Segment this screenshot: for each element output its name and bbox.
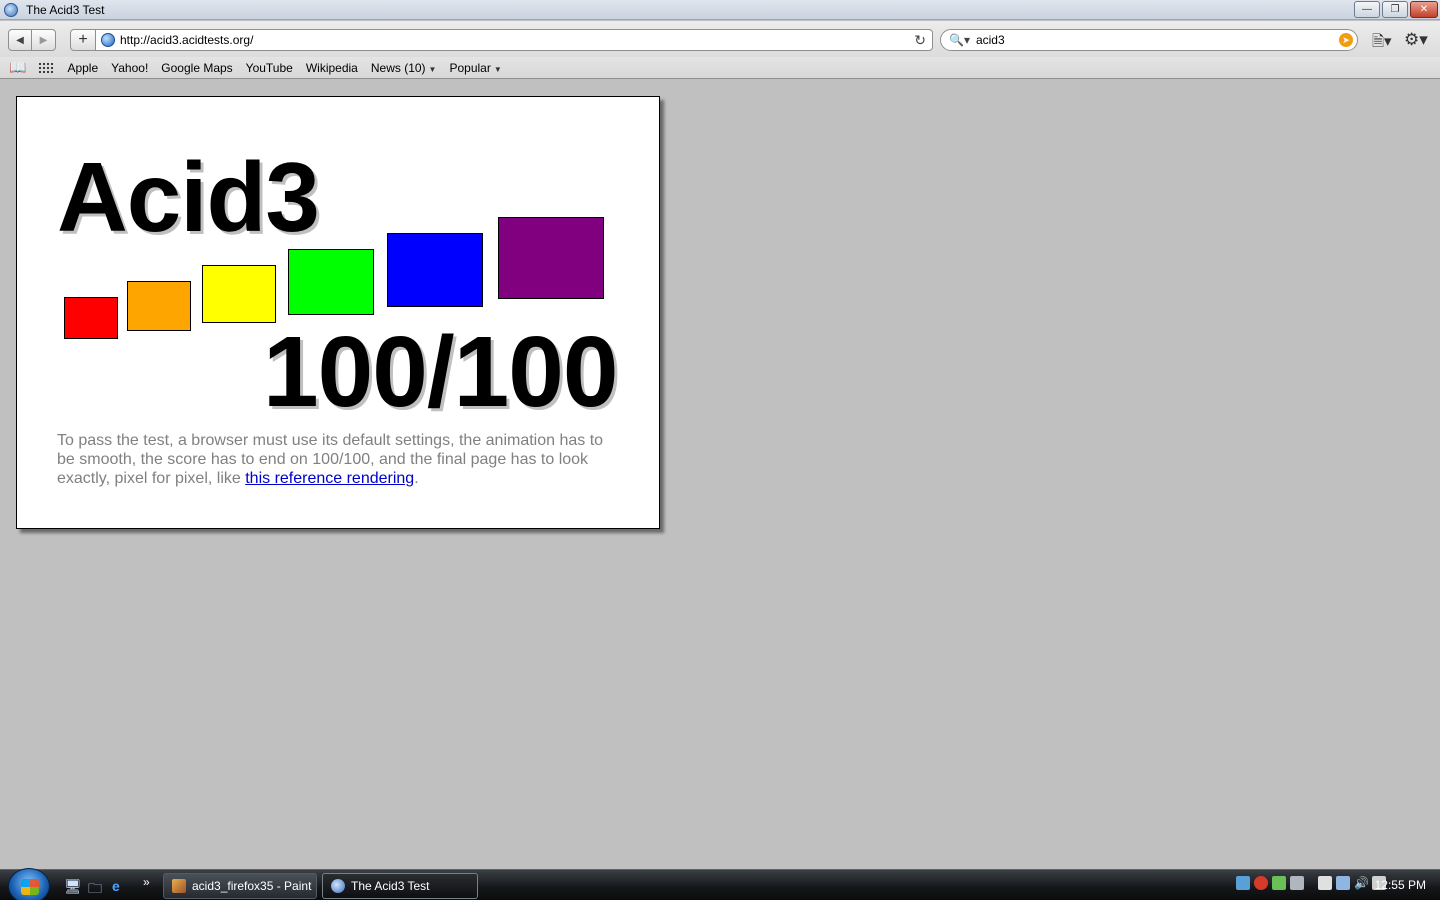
bookmark-popular-folder[interactable]: Popular ▼ — [449, 61, 501, 75]
bookmark-popular-label: Popular — [449, 60, 491, 75]
url-text[interactable]: http://acid3.acidtests.org/ — [120, 33, 253, 47]
bookmark-google-maps[interactable]: Google Maps — [161, 61, 232, 75]
paint-icon — [172, 879, 186, 893]
volume-icon[interactable]: 🔊 — [1354, 876, 1369, 890]
instructions-text: To pass the test, a browser must use its… — [57, 431, 623, 488]
reload-icon[interactable]: ↻ — [914, 32, 926, 49]
gear-icon[interactable]: ⚙▾ — [1404, 30, 1428, 50]
internet-explorer-icon[interactable]: e — [112, 878, 120, 894]
back-arrow-icon: ◀ — [16, 34, 24, 46]
show-desktop-icon[interactable]: 🖥 — [64, 878, 82, 895]
task-acid3-label: The Acid3 Test — [351, 879, 430, 893]
bookmark-news-folder[interactable]: News (10) ▼ — [371, 61, 437, 75]
forward-arrow-icon: ▶ — [39, 34, 48, 46]
page-title: Acid3 — [57, 142, 320, 252]
title-bar: The Acid3 Test — ❐ ✕ — [0, 0, 1440, 20]
quicklaunch-overflow-icon[interactable]: » — [143, 875, 150, 889]
window-title: The Acid3 Test — [26, 2, 105, 17]
bookmark-yahoo[interactable]: Yahoo! — [111, 61, 148, 75]
safari-icon — [331, 879, 345, 893]
search-field[interactable]: 🔍▾ acid3 ➤ — [940, 29, 1358, 51]
system-tray: 🔊 — [1236, 876, 1386, 890]
minimize-button[interactable]: — — [1354, 1, 1380, 18]
bookmark-apple[interactable]: Apple — [67, 61, 98, 75]
square-orange — [127, 281, 191, 331]
task-acid3[interactable]: The Acid3 Test — [322, 873, 478, 899]
acid3-test-box: Acid3 100/100 To pass the test, a browse… — [16, 96, 660, 529]
task-paint[interactable]: acid3_firefox35 - Paint — [163, 873, 317, 899]
bookmarks-bar: 📖 Apple Yahoo! Google Maps YouTube Wikip… — [0, 57, 1440, 79]
bookmarks-book-icon[interactable]: 📖 — [9, 59, 26, 76]
windows-update-icon[interactable] — [1272, 876, 1286, 890]
chevron-down-icon: ▼ — [493, 64, 502, 74]
tools-tray-icon[interactable] — [1290, 876, 1304, 890]
score-display: 100/100 — [263, 316, 618, 428]
square-lime — [288, 249, 374, 315]
address-bar[interactable]: http://acid3.acidtests.org/ ↻ — [95, 29, 933, 51]
instructions-suffix: . — [414, 470, 419, 487]
clock: 12:55 PM — [1374, 878, 1426, 892]
search-input[interactable]: acid3 — [976, 33, 1005, 47]
battery-icon[interactable] — [1318, 876, 1332, 890]
close-button[interactable]: ✕ — [1410, 1, 1438, 18]
square-purple — [498, 217, 604, 299]
top-sites-grid-icon[interactable] — [38, 61, 55, 74]
security-alert-icon[interactable] — [1254, 876, 1268, 890]
network-connection-icon[interactable] — [1336, 876, 1350, 890]
forward-button[interactable]: ▶ — [32, 29, 56, 51]
add-bookmark-button[interactable]: + — [70, 29, 96, 51]
bookmark-youtube[interactable]: YouTube — [246, 61, 293, 75]
browser-toolbar: ◀ ▶ + http://acid3.acidtests.org/ ↻ 🔍▾ a… — [0, 21, 1440, 57]
search-icon[interactable]: 🔍▾ — [949, 33, 970, 47]
switch-windows-icon[interactable]: 🗀 — [88, 878, 102, 900]
back-button[interactable]: ◀ — [8, 29, 32, 51]
globe-icon — [101, 33, 115, 47]
taskbar: 🖥 🗀 e » acid3_firefox35 - Paint The Acid… — [0, 868, 1440, 900]
bookmark-news-label: News (10) — [370, 60, 426, 75]
square-blue — [387, 233, 483, 307]
safari-icon — [4, 2, 18, 17]
search-go-icon[interactable]: ➤ — [1339, 33, 1353, 47]
restore-button[interactable]: ❐ — [1382, 1, 1408, 18]
network-tray-icon[interactable] — [1236, 876, 1250, 890]
bookmark-wikipedia[interactable]: Wikipedia — [306, 61, 358, 75]
page-menu-icon[interactable]: 🗎▾ — [1372, 31, 1392, 56]
window-controls: — ❐ ✕ — [1354, 1, 1438, 18]
chevron-down-icon: ▼ — [428, 64, 437, 74]
nav-buttons: ◀ ▶ — [8, 29, 56, 51]
reference-rendering-link[interactable]: this reference rendering — [245, 470, 414, 487]
square-red — [64, 297, 118, 339]
start-button[interactable] — [8, 868, 50, 900]
task-paint-label: acid3_firefox35 - Paint — [192, 879, 312, 893]
